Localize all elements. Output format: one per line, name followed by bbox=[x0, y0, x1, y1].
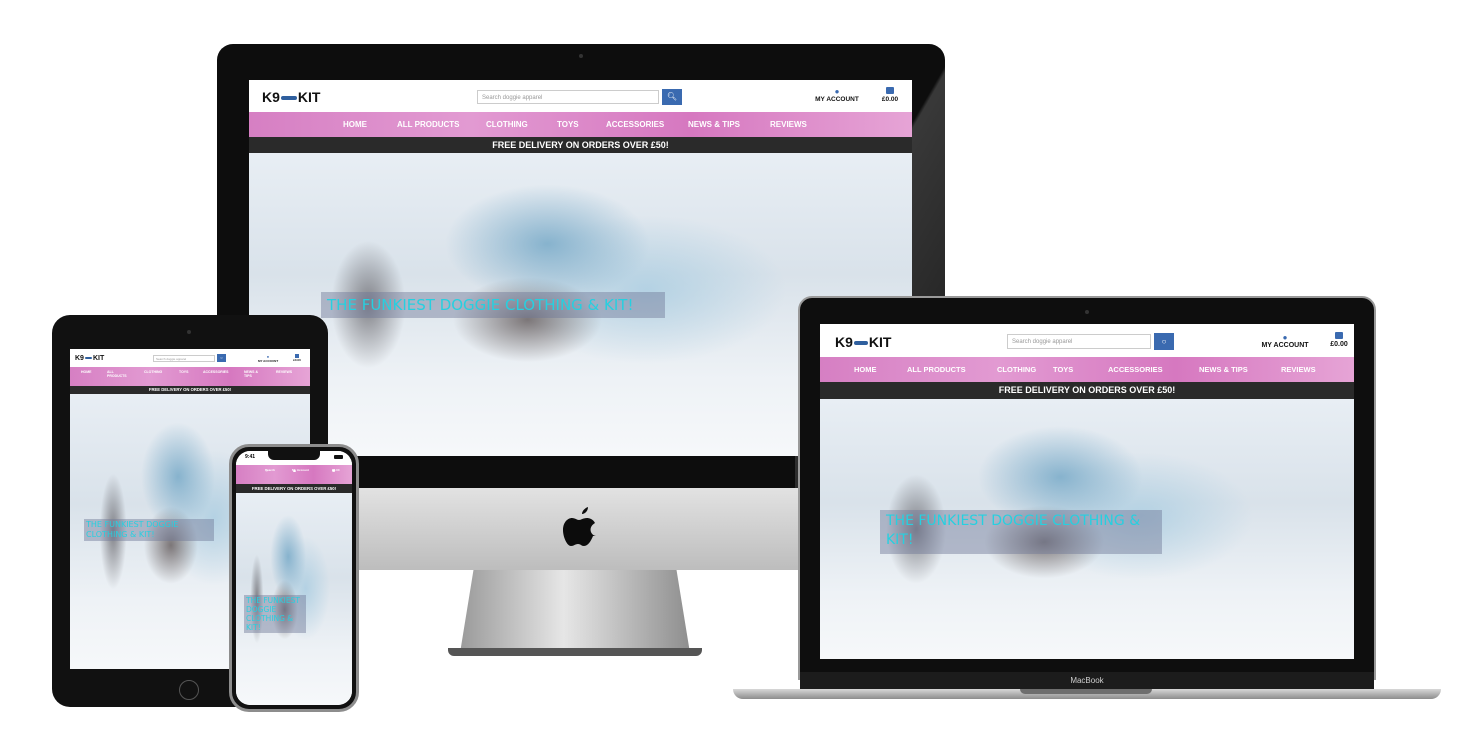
basket-link[interactable]: £0.00 bbox=[875, 87, 905, 103]
search-icon: ○ bbox=[1161, 337, 1167, 346]
status-time: 9:41 bbox=[245, 454, 256, 460]
battery-icon bbox=[334, 455, 343, 459]
hero-headline: THE FUNKIEST DOGGIE CLOTHING & KIT! bbox=[321, 292, 665, 318]
site-logo[interactable]: K9 KIT bbox=[75, 355, 104, 362]
imac-stand-base bbox=[448, 648, 702, 656]
search-input[interactable]: Search doggie apparel bbox=[153, 355, 215, 362]
main-nav: HOME ALL PRODUCTS CLOTHING TOYS ACCESSOR… bbox=[70, 367, 310, 386]
nav-item-accessories[interactable]: ACCESSORIES bbox=[203, 370, 228, 374]
hero-headline: THE FUNKIEST DOGGIE CLOTHING & KIT! bbox=[244, 595, 306, 633]
nav-item-toys[interactable]: TOYS bbox=[179, 370, 188, 374]
delivery-banner: FREE DELIVERY ON ORDERS OVER £50! bbox=[820, 382, 1354, 399]
site-header: K9 KIT Search doggie apparel ○ ● MY ACCOU… bbox=[70, 349, 310, 367]
nav-item-home[interactable]: HOME bbox=[343, 120, 367, 129]
nav-item-all-products[interactable]: ALL PRODUCTS bbox=[397, 120, 460, 129]
nav-item-all-products[interactable]: ALL PRODUCTS bbox=[907, 365, 966, 374]
basket-link[interactable]: £0.00 bbox=[1325, 332, 1353, 348]
delivery-banner: FREE DELIVERY ON ORDERS OVER £50! bbox=[249, 137, 912, 153]
search-input[interactable]: Search doggie apparel bbox=[1007, 334, 1151, 349]
search-button[interactable]: 🔍︎ bbox=[662, 89, 682, 105]
macbook-notch bbox=[1020, 689, 1152, 694]
search-icon: ○ bbox=[220, 355, 223, 360]
my-account-link[interactable]: ● MY ACCOUNT bbox=[1260, 333, 1310, 349]
iphone-screen: 9:41 ○ Search ▲ My Account ■ £0.00 FREE … bbox=[236, 451, 352, 705]
nav-item-toys[interactable]: TOYS bbox=[557, 120, 579, 129]
site-header: K9 KIT Search doggie apparel 🔍︎ ● MY ACCO… bbox=[249, 80, 912, 112]
nav-item-toys[interactable]: TOYS bbox=[1053, 365, 1073, 374]
search-icon: 🔍︎ bbox=[666, 92, 678, 101]
basket-icon bbox=[886, 87, 894, 94]
apple-logo-icon bbox=[563, 505, 599, 549]
site-header: K9 KIT Search doggie apparel ○ ● MY ACCOU… bbox=[820, 324, 1354, 357]
ipad-camera bbox=[187, 330, 191, 334]
basket-icon bbox=[1335, 332, 1343, 339]
bone-icon bbox=[84, 357, 92, 360]
search-input[interactable]: Search doggie apparel bbox=[477, 90, 659, 104]
macbook-screen: K9 KIT Search doggie apparel ○ ● MY ACCOU… bbox=[820, 324, 1354, 659]
nav-item-clothing[interactable]: CLOTHING bbox=[997, 365, 1036, 374]
site-logo[interactable]: K9 KIT bbox=[835, 334, 891, 350]
nav-item-clothing[interactable]: CLOTHING bbox=[486, 120, 528, 129]
nav-item-home[interactable]: HOME bbox=[854, 365, 877, 374]
nav-item-accessories[interactable]: ACCESSORIES bbox=[606, 120, 664, 129]
macbook-camera bbox=[1085, 310, 1089, 314]
nav-item-news-tips[interactable]: NEWS & TIPS bbox=[244, 370, 258, 378]
my-account-link[interactable]: ● MY ACCOUNT bbox=[258, 355, 278, 364]
paw-icon: ● bbox=[834, 87, 840, 96]
bone-icon bbox=[280, 96, 297, 101]
nav-item-reviews[interactable]: REVIEWS bbox=[770, 120, 807, 129]
mobile-nav: ○ Search ▲ My Account ■ £0.00 bbox=[236, 465, 352, 484]
ipad-home-button[interactable] bbox=[179, 680, 199, 700]
macbook-brand-label: MacBook bbox=[1070, 676, 1104, 685]
status-bar: 9:41 bbox=[236, 451, 352, 465]
nav-item-accessories[interactable]: ACCESSORIES bbox=[1108, 365, 1163, 374]
main-nav: HOME ALL PRODUCTS CLOTHING TOYS ACCESSOR… bbox=[820, 357, 1354, 382]
search-button[interactable]: ○ bbox=[1154, 333, 1174, 350]
search-button[interactable]: ○ bbox=[217, 354, 226, 362]
bone-icon bbox=[853, 341, 868, 346]
hero-headline: THE FUNKIEST DOGGIE CLOTHING & KIT! bbox=[880, 510, 1162, 554]
delivery-banner: FREE DELIVERY ON ORDERS OVER £50! bbox=[70, 386, 310, 394]
imac-stand bbox=[460, 568, 690, 653]
main-nav: HOME ALL PRODUCTS CLOTHING TOYS ACCESSOR… bbox=[249, 112, 912, 137]
nav-item-news-tips[interactable]: NEWS & TIPS bbox=[688, 120, 740, 129]
nav-item-clothing[interactable]: CLOTHING bbox=[144, 370, 162, 374]
notch bbox=[268, 451, 320, 460]
basket-link[interactable]: £0.00 bbox=[290, 354, 304, 362]
nav-item-reviews[interactable]: REVIEWS bbox=[276, 370, 292, 374]
imac-camera bbox=[579, 54, 583, 58]
delivery-banner: FREE DELIVERY ON ORDERS OVER £50! bbox=[236, 484, 352, 493]
nav-item-news-tips[interactable]: NEWS & TIPS bbox=[1199, 365, 1248, 374]
site-logo[interactable]: K9 KIT bbox=[262, 89, 320, 105]
nav-item-reviews[interactable]: REVIEWS bbox=[1281, 365, 1316, 374]
nav-item-home[interactable]: HOME bbox=[81, 370, 92, 374]
nav-item-all-products[interactable]: ALL PRODUCTS bbox=[107, 370, 129, 378]
hero-headline: THE FUNKIEST DOGGIE CLOTHING & KIT! bbox=[84, 519, 214, 541]
my-account-link[interactable]: ● MY ACCOUNT bbox=[809, 87, 865, 103]
paw-icon: ● bbox=[1282, 333, 1288, 342]
macbook-bottom-bezel: MacBook bbox=[800, 672, 1374, 690]
